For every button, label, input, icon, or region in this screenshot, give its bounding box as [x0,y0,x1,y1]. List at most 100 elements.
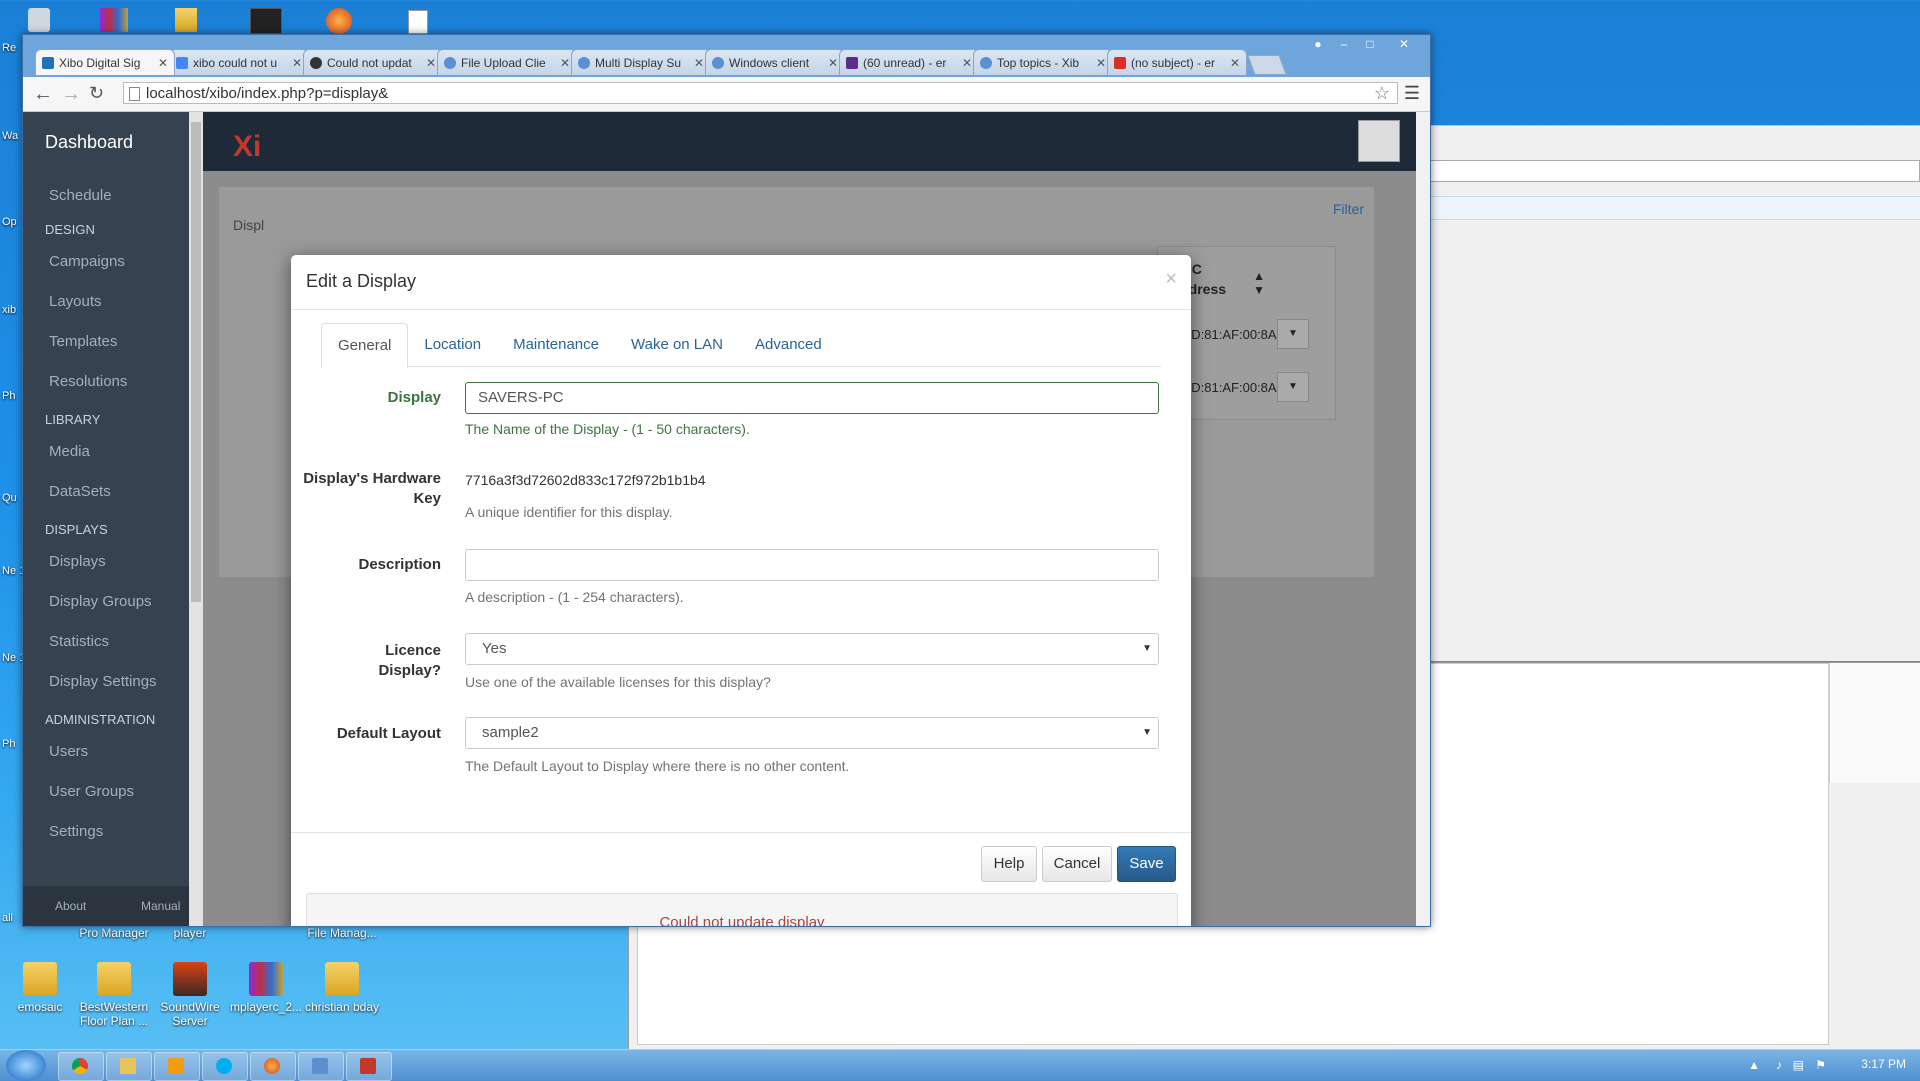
tab-close-icon[interactable]: ✕ [694,56,704,70]
tab-close-icon[interactable]: ✕ [426,56,436,70]
sidebar-item-campaigns[interactable]: Campaigns [49,253,125,270]
sidebar-item-display-groups[interactable]: Display Groups [49,593,152,610]
remote-icon[interactable] [298,1052,344,1081]
explorer-icon[interactable] [106,1052,152,1081]
browser-tab[interactable]: Multi Display Su ✕ [571,49,711,75]
recycle-bin-icon[interactable] [28,8,50,32]
firefox-icon[interactable] [250,1052,296,1081]
tab-close-icon[interactable]: ✕ [560,56,570,70]
filter-link[interactable]: Filter [1333,201,1364,217]
bookmark-star-icon[interactable]: ☆ [1374,83,1390,104]
row-actions-button[interactable]: ▼ [1277,372,1309,402]
browser-tab[interactable]: Top topics - Xib ✕ [973,49,1113,75]
tab-location[interactable]: Location [408,323,497,366]
browser-tab[interactable]: File Upload Clie ✕ [437,49,577,75]
dashboard-link[interactable]: Dashboard [45,132,133,153]
new-tab-button[interactable] [1247,55,1287,75]
forward-icon[interactable]: → [61,83,81,106]
tab-strip: Xibo Digital Sig ✕ xibo could not u ✕ Co… [35,49,1287,77]
browser-tab[interactable]: Xibo Digital Sig ✕ [35,49,175,75]
description-input[interactable] [465,549,1159,581]
combo-box[interactable] [1428,160,1920,182]
browser-tab[interactable]: xibo could not u ✕ [169,49,309,75]
sort-icon[interactable]: ▲ ▼ [1253,269,1265,297]
tab-close-icon[interactable]: ✕ [292,56,302,70]
tab-general[interactable]: General [321,323,409,368]
tab-close-icon[interactable]: ✕ [158,56,168,70]
skype-icon[interactable] [202,1052,248,1081]
avatar[interactable] [1358,120,1400,162]
desktop-label[interactable]: File Manag... [302,926,382,940]
user-icon[interactable]: ● [1306,35,1330,53]
tab-close-icon[interactable]: ✕ [828,56,838,70]
acrobat-icon[interactable] [346,1052,392,1081]
sidebar-item-datasets[interactable]: DataSets [49,483,111,500]
browser-tab[interactable]: (no subject) - er ✕ [1107,49,1247,75]
desktop-icon-emosaic[interactable]: emosaic [0,962,80,1014]
document-icon[interactable] [408,10,428,34]
app-icon[interactable] [250,8,282,34]
sidebar-item-resolutions[interactable]: Resolutions [49,373,127,390]
desktop-icon-soundwire[interactable]: SoundWire Server [150,962,230,1028]
scrollbar-thumb[interactable] [191,122,201,602]
sidebar-item-media[interactable]: Media [49,443,90,460]
edge-label: Ph [2,390,16,402]
desktop-label[interactable]: Pro Manager [74,926,154,940]
sidebar-item-layouts[interactable]: Layouts [49,293,102,310]
browser-tab[interactable]: (60 unread) - er ✕ [839,49,979,75]
tab-wake-on-lan[interactable]: Wake on LAN [615,323,739,366]
manual-link[interactable]: Manual [141,899,180,913]
winrar-icon[interactable] [100,8,128,32]
back-icon[interactable]: ← [33,83,53,106]
maximize-icon[interactable]: □ [1358,35,1382,53]
minimize-icon[interactable]: – [1332,35,1356,53]
xibo-logo[interactable]: Xi [233,130,261,164]
clock[interactable]: 3:17 PM [1861,1057,1906,1071]
display-name-input[interactable]: SAVERS-PC [465,382,1159,414]
tab-close-icon[interactable]: ✕ [1230,56,1240,70]
start-button[interactable] [6,1050,46,1081]
network-icon[interactable]: ▤ [1793,1058,1804,1072]
address-bar[interactable]: localhost/xibo/index.php?p=display& [123,82,1398,104]
flag-icon[interactable]: ⚑ [1815,1058,1826,1072]
about-link[interactable]: About [55,899,86,913]
licence-select[interactable]: Yes ▼ [465,633,1159,665]
sidebar-item-displays[interactable]: Displays [49,553,106,570]
media-icon[interactable] [154,1052,200,1081]
menu-icon[interactable]: ☰ [1404,83,1420,104]
firefox-icon[interactable] [326,8,352,34]
sidebar-item-templates[interactable]: Templates [49,333,117,350]
tab-advanced[interactable]: Advanced [739,323,838,366]
sidebar-item-settings[interactable]: Settings [49,823,103,840]
sidebar-item-display-settings[interactable]: Display Settings [49,673,157,690]
desktop-label[interactable]: player [150,926,230,940]
sidebar-scrollbar[interactable] [189,112,203,926]
sidebar-item-users[interactable]: Users [49,743,88,760]
tab-maintenance[interactable]: Maintenance [497,323,615,366]
sidebar-item-schedule[interactable]: Schedule [49,187,112,204]
desktop-icon-christian-bday[interactable]: christian bday [302,962,382,1014]
help-button[interactable]: Help [981,846,1037,882]
desktop-icon-bestwestern[interactable]: BestWestern Floor Plan ... [74,962,154,1028]
sidebar-item-statistics[interactable]: Statistics [49,633,109,650]
chrome-icon[interactable] [58,1052,104,1081]
sidebar-item-user-groups[interactable]: User Groups [49,783,134,800]
browser-tab[interactable]: Windows client ✕ [705,49,845,75]
reload-icon[interactable]: ↻ [89,83,104,104]
desktop-icon-mplayerc[interactable]: mplayerc_2... [226,962,306,1014]
default-layout-select[interactable]: sample2 ▼ [465,717,1159,749]
close-icon[interactable]: × [1165,268,1177,291]
browser-tab[interactable]: Could not updat ✕ [303,49,443,75]
close-icon[interactable]: ✕ [1384,35,1424,53]
tab-close-icon[interactable]: ✕ [1096,56,1106,70]
show-hidden-icons[interactable]: ▲ [1748,1058,1760,1072]
tab-close-icon[interactable]: ✕ [962,56,972,70]
save-button[interactable]: Save [1117,846,1176,882]
desktop-icon-label: SoundWire Server [160,1000,220,1028]
row-actions-button[interactable]: ▼ [1277,319,1309,349]
modal-footer-divider [291,832,1191,833]
volume-icon[interactable]: ♪ [1776,1058,1782,1072]
folder-icon[interactable] [175,8,197,32]
cancel-button[interactable]: Cancel [1042,846,1112,882]
page-scrollbar[interactable] [1416,112,1430,926]
